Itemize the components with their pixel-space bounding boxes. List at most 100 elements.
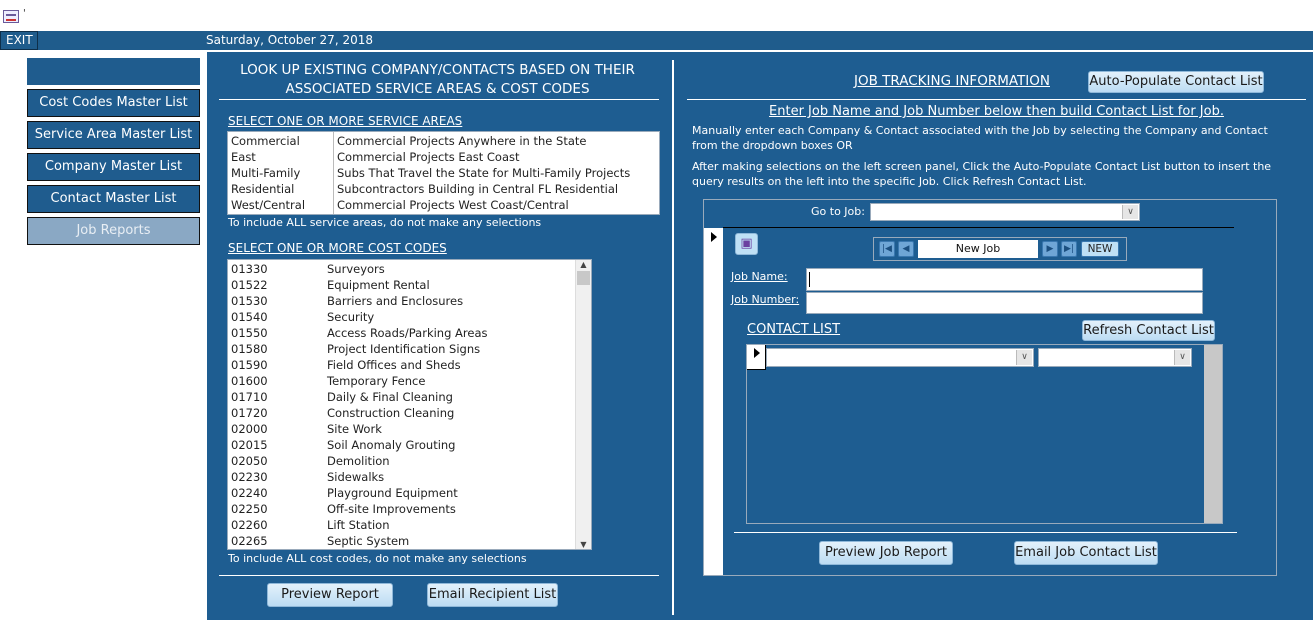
list-item[interactable]: 02050 Demolition xyxy=(228,453,591,469)
job-instruction: Enter Job Name and Job Number below then… xyxy=(769,104,1224,119)
list-item[interactable]: 02000 Site Work xyxy=(228,421,591,437)
cost-codes-note: To include ALL cost codes, do not make a… xyxy=(228,552,527,565)
item-code: 02250 xyxy=(231,502,268,516)
next-record-icon[interactable]: ▶ xyxy=(1042,241,1058,257)
item-code: Residential xyxy=(231,182,295,196)
previous-record-icon[interactable]: ◀ xyxy=(898,241,914,257)
list-item[interactable]: 01590 Field Offices and Sheds xyxy=(228,357,591,373)
item-description: Off-site Improvements xyxy=(327,502,456,516)
chevron-down-icon[interactable]: ∨ xyxy=(1174,350,1190,365)
item-code: 02000 xyxy=(231,422,268,436)
list-item[interactable]: 01540 Security xyxy=(228,309,591,325)
item-code: 02240 xyxy=(231,486,268,500)
chevron-down-icon[interactable]: ∨ xyxy=(1122,205,1138,219)
last-record-icon[interactable]: ▶| xyxy=(1061,241,1077,257)
new-record-button[interactable]: NEW xyxy=(1081,241,1119,257)
sidebar-item-cost-codes[interactable]: Cost Codes Master List xyxy=(27,89,200,117)
item-code: 01530 xyxy=(231,294,268,308)
company-combo[interactable]: ∨ xyxy=(766,348,1034,367)
list-item[interactable]: 01580 Project Identification Signs xyxy=(228,341,591,357)
app-icon xyxy=(3,10,19,23)
list-item[interactable]: 02250 Off-site Improvements xyxy=(228,501,591,517)
item-description: Commercial Projects East Coast xyxy=(337,150,520,164)
item-description: Commercial Projects Anywhere in the Stat… xyxy=(337,134,587,148)
item-code: 02015 xyxy=(231,438,268,452)
record-selector[interactable] xyxy=(747,345,766,370)
email-job-contact-list-button[interactable]: Email Job Contact List xyxy=(1014,541,1158,565)
divider xyxy=(219,99,659,100)
item-description: Project Identification Signs xyxy=(327,342,481,356)
sidebar-item-companies[interactable]: Company Master List xyxy=(27,153,200,181)
exit-button[interactable]: EXIT xyxy=(0,31,38,50)
refresh-contact-list-button[interactable]: Refresh Contact List xyxy=(1082,320,1215,341)
chevron-down-icon[interactable]: ∨ xyxy=(1016,350,1032,365)
service-areas-note: To include ALL service areas, do not mak… xyxy=(228,216,542,229)
item-code: 01580 xyxy=(231,342,268,356)
list-item[interactable]: East Commercial Projects East Coast xyxy=(228,149,659,165)
sidebar-item-job-reports[interactable]: Job Reports xyxy=(27,217,200,245)
job-number-input[interactable] xyxy=(806,292,1203,314)
list-item[interactable]: 01710 Daily & Final Cleaning xyxy=(228,389,591,405)
panel-divider xyxy=(672,60,674,615)
sidebar-item-contacts[interactable]: Contact Master List xyxy=(27,185,200,213)
item-description: Playground Equipment xyxy=(327,486,458,500)
item-code: 01522 xyxy=(231,278,268,292)
preview-job-report-button[interactable]: Preview Job Report xyxy=(819,541,953,565)
list-item[interactable]: 01720 Construction Cleaning xyxy=(228,405,591,421)
service-areas-list[interactable]: Commercial Commercial Projects Anywhere i… xyxy=(227,131,660,215)
cost-codes-list[interactable]: ▲ ▼ 01330 Surveyors 01522 Equipment Rental 0… xyxy=(227,259,592,550)
list-item[interactable]: 02260 Lift Station xyxy=(228,517,591,533)
job-name-input[interactable] xyxy=(806,268,1203,291)
go-to-job-combo[interactable]: ∨ xyxy=(870,203,1140,221)
auto-populate-button[interactable]: Auto-Populate Contact List xyxy=(1088,71,1264,93)
item-description: Subs That Travel the State for Multi-Fam… xyxy=(337,166,631,180)
list-item[interactable]: 01600 Temporary Fence xyxy=(228,373,591,389)
item-description: Equipment Rental xyxy=(327,278,430,292)
item-code: 01720 xyxy=(231,406,268,420)
sidebar-item-service-areas[interactable]: Service Area Master List xyxy=(27,121,200,149)
contact-combo[interactable]: ∨ xyxy=(1038,348,1192,367)
item-description: Site Work xyxy=(327,422,382,436)
list-item[interactable]: 01330 Surveyors xyxy=(228,261,591,277)
item-description: Access Roads/Parking Areas xyxy=(327,326,488,340)
preview-report-button[interactable]: Preview Report xyxy=(267,583,393,607)
save-icon[interactable]: ▣ xyxy=(735,233,758,255)
item-code: 01710 xyxy=(231,390,268,404)
window-title: ' xyxy=(23,8,26,19)
first-record-icon[interactable]: |◀ xyxy=(879,241,895,257)
list-item[interactable]: 01530 Barriers and Enclosures xyxy=(228,293,591,309)
item-code: Multi-Family xyxy=(231,166,301,180)
list-item[interactable]: 01550 Access Roads/Parking Areas xyxy=(228,325,591,341)
lookup-title-line1: LOOK UP EXISTING COMPANY/CONTACTS BASED … xyxy=(240,62,635,78)
divider xyxy=(723,227,1234,228)
record-display: New Job xyxy=(918,240,1038,258)
item-description: Septic System xyxy=(327,534,410,548)
item-description: Surveyors xyxy=(327,262,385,276)
record-selector[interactable] xyxy=(704,228,723,575)
contact-scrollbar[interactable] xyxy=(1204,345,1222,523)
list-item[interactable]: 02265 Septic System xyxy=(228,533,591,549)
list-item[interactable]: 02240 Playground Equipment xyxy=(228,485,591,501)
list-item[interactable]: Commercial Commercial Projects Anywhere i… xyxy=(228,133,659,149)
list-item[interactable]: 02230 Sidewalks xyxy=(228,469,591,485)
email-recipient-list-button[interactable]: Email Recipient List xyxy=(427,583,558,607)
list-item[interactable]: 02015 Soil Anomaly Grouting xyxy=(228,437,591,453)
item-description: Field Offices and Sheds xyxy=(327,358,461,372)
list-item[interactable]: Residential Subcontractors Building in Ce… xyxy=(228,181,659,197)
instruction-para-2: After making selections on the left scre… xyxy=(692,160,1272,188)
job-tracking-title: JOB TRACKING INFORMATION xyxy=(854,73,1050,89)
list-item[interactable]: West/Central Commercial Projects West Coa… xyxy=(228,197,659,213)
item-code: 01330 xyxy=(231,262,268,276)
item-code: West/Central xyxy=(231,198,306,212)
list-item[interactable]: Multi-Family Subs That Travel the State f… xyxy=(228,165,659,181)
item-description: Daily & Final Cleaning xyxy=(327,390,453,404)
sidebar-item-blank[interactable] xyxy=(27,58,200,85)
item-code: 02050 xyxy=(231,454,268,468)
service-areas-heading: SELECT ONE OR MORE SERVICE AREAS xyxy=(228,114,463,128)
item-code: 01590 xyxy=(231,358,268,372)
instruction-para-1: Manually enter each Company & Contact as… xyxy=(692,124,1268,152)
item-code: East xyxy=(231,150,256,164)
cost-codes-heading: SELECT ONE OR MORE COST CODES xyxy=(228,241,447,255)
item-description: Demolition xyxy=(327,454,390,468)
list-item[interactable]: 01522 Equipment Rental xyxy=(228,277,591,293)
